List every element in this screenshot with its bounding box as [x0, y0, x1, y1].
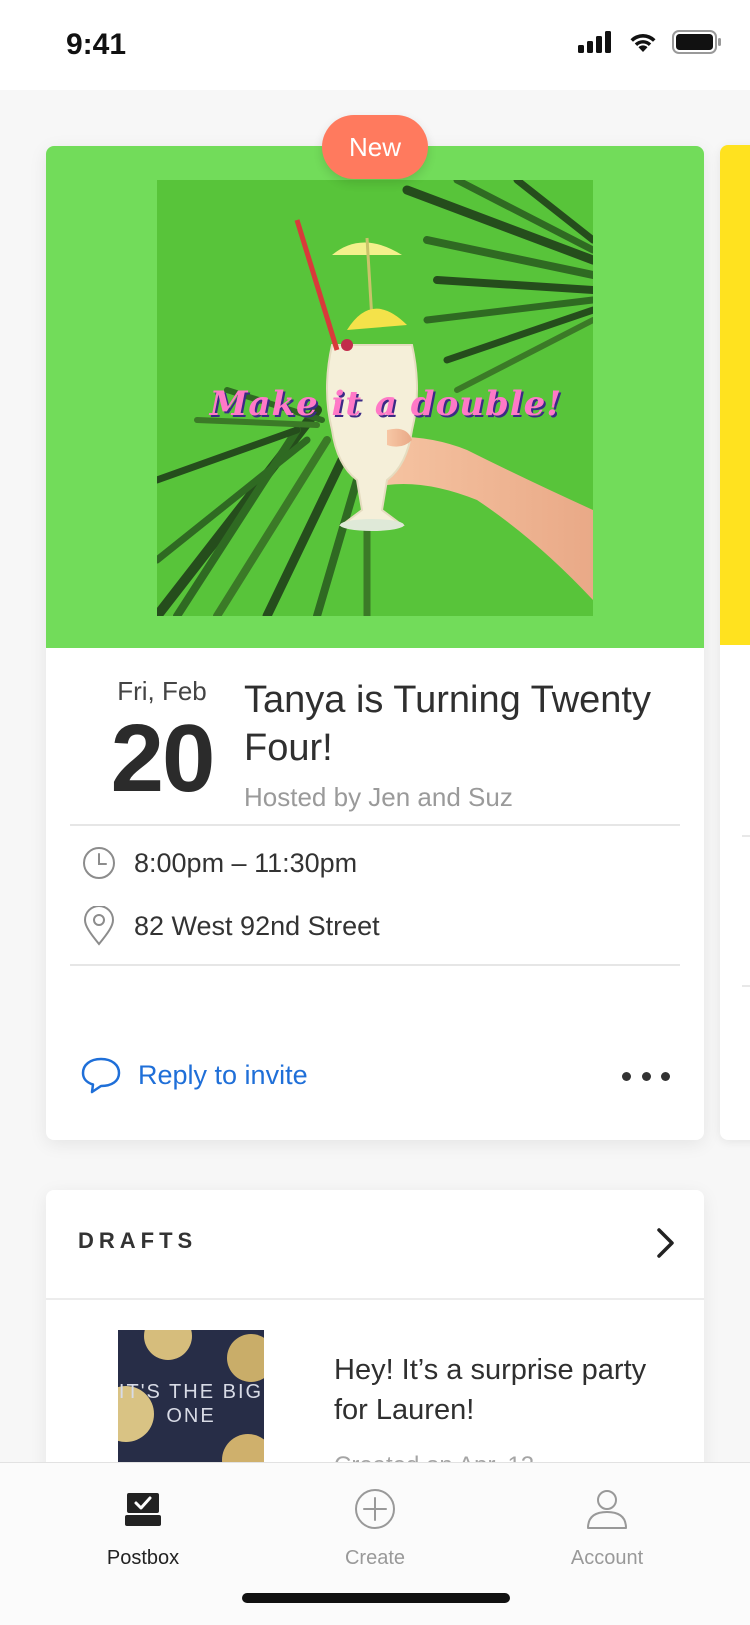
event-host: Hosted by Jen and Suz	[244, 782, 513, 812]
draft-thumbnail-text: IT'S THE BIG ONE	[118, 1381, 264, 1427]
event-date-number: 20	[110, 705, 216, 812]
person-icon	[587, 1490, 627, 1529]
dot	[622, 1071, 631, 1081]
event-address: 82 West 92nd Street	[134, 910, 380, 941]
reply-to-invite-button[interactable]: Reply to invite	[80, 1056, 308, 1094]
dot	[661, 1071, 670, 1081]
location-pin-icon	[83, 906, 115, 946]
battery-icon	[672, 30, 721, 54]
dot	[641, 1071, 651, 1081]
postbox-icon	[125, 1493, 161, 1526]
event-time-row: 8:00pm – 11:30pm	[82, 846, 357, 880]
chevron-right-icon	[657, 1228, 674, 1258]
event-location-row[interactable]: 82 West 92nd Street	[82, 906, 380, 946]
next-event-card-peek[interactable]	[720, 145, 750, 1140]
divider	[742, 985, 750, 987]
status-icons	[578, 30, 722, 54]
event-card[interactable]: Make it a double! Fri, Feb 20 Tanya is T…	[46, 146, 704, 1140]
cellular-signal-icon	[578, 31, 611, 53]
tab-label: Postbox	[106, 1547, 180, 1569]
event-time: 8:00pm – 11:30pm	[134, 847, 358, 878]
event-hero-image: Make it a double!	[46, 146, 704, 648]
new-badge: New	[322, 115, 428, 179]
divider	[70, 824, 680, 826]
more-options-button[interactable]	[622, 1064, 670, 1088]
drafts-card: DRAFTS IT'S THE BIG ONE Hey! It’s a surp…	[46, 1190, 704, 1490]
tab-account[interactable]: Account	[532, 1485, 682, 1570]
drafts-header[interactable]: DRAFTS	[46, 1190, 704, 1300]
draft-title[interactable]: Hey! It’s a surprise party for Lauren!	[334, 1350, 674, 1430]
status-time: 9:41	[66, 28, 127, 61]
divider	[742, 835, 750, 837]
event-date: Fri, Feb 20	[72, 676, 252, 807]
next-event-card-image	[720, 145, 750, 645]
event-title: Tanya is Turning Twenty Four!	[244, 679, 651, 769]
drafts-title: DRAFTS	[78, 1228, 198, 1253]
speech-bubble-icon	[81, 1057, 121, 1094]
wifi-icon	[630, 33, 656, 52]
tab-label: Create	[344, 1547, 406, 1569]
event-date-dayline: Fri, Feb	[117, 676, 207, 706]
tab-label: Account	[570, 1547, 644, 1569]
clock-icon	[83, 847, 115, 879]
tab-postbox[interactable]: Postbox	[68, 1485, 218, 1570]
hero-text: Make it a double!	[209, 384, 563, 424]
plus-circle-icon	[355, 1489, 395, 1529]
tab-create[interactable]: Create	[300, 1485, 450, 1570]
reply-label: Reply to invite	[138, 1059, 308, 1090]
home-indicator[interactable]	[242, 1593, 510, 1603]
status-bar: 9:41	[0, 0, 750, 90]
divider	[70, 964, 680, 966]
